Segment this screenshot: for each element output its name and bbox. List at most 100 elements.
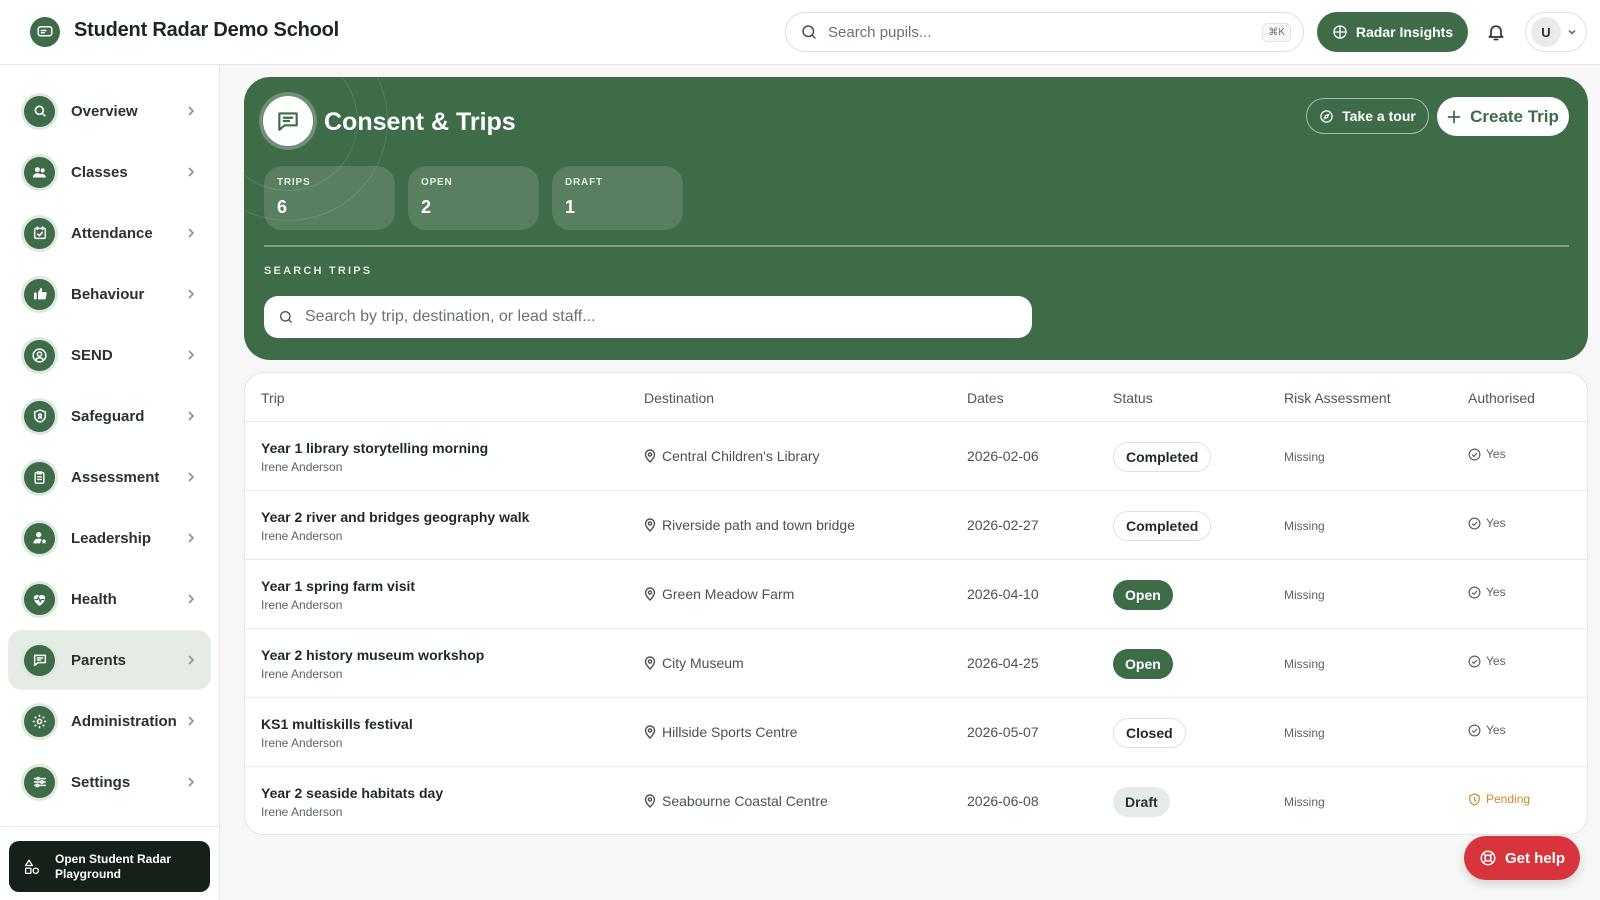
check-circle-icon [1468, 517, 1481, 529]
trip-lead-staff: Irene Anderson [261, 529, 343, 543]
authorised-status: Yes [1468, 654, 1506, 668]
risk-assessment-status: Missing [1284, 588, 1325, 602]
authorised-text: Pending [1486, 792, 1531, 806]
authorised-status: Pending [1468, 792, 1530, 806]
authorised-status: Yes [1468, 723, 1506, 737]
destination-text: City Museum [662, 655, 744, 671]
table-row[interactable]: Year 1 spring farm visit Irene Anderson Gr… [245, 560, 1587, 629]
trip-search-placeholder: Search by trip, destination, or lead sta… [305, 308, 596, 325]
column-header-status[interactable]: Status [1113, 390, 1153, 406]
chevron-right-icon [188, 655, 195, 665]
column-header-risk-assessment[interactable]: Risk Assessment [1284, 390, 1391, 406]
sidebar-item-settings[interactable]: Settings [8, 752, 211, 812]
sidebar-item-label: Overview [71, 102, 138, 120]
sidebar-item-attendance[interactable]: Attendance [8, 203, 211, 263]
trips-table: Trip Destination Dates Status Risk Asses… [244, 372, 1588, 835]
trip-name[interactable]: Year 1 spring farm visit [261, 578, 415, 594]
trip-name[interactable]: Year 1 library storytelling morning [261, 440, 488, 456]
trip-name[interactable]: Year 2 seaside habitats day [261, 785, 443, 801]
trip-name[interactable]: Year 2 river and bridges geography walk [261, 509, 529, 525]
create-trip-label: Create Trip [1470, 106, 1559, 126]
open-playground-label: Open Student Radar Playground [55, 851, 172, 881]
trip-destination: Seabourne Coastal Centre [644, 793, 828, 809]
trip-lead-staff: Irene Anderson [261, 667, 343, 681]
column-header-trip[interactable]: Trip [261, 390, 285, 406]
trip-destination: Riverside path and town bridge [644, 517, 855, 533]
radar-insights-button[interactable]: Radar Insights [1317, 12, 1468, 52]
authorised-status: Yes [1468, 585, 1506, 599]
sidebar-item-send[interactable]: SEND [8, 325, 211, 385]
trip-name[interactable]: Year 2 history museum workshop [261, 647, 484, 663]
trip-search-input[interactable]: Search by trip, destination, or lead sta… [264, 296, 1032, 338]
sidebar-divider [0, 826, 220, 827]
risk-assessment-status: Missing [1284, 450, 1325, 464]
sidebar-item-health[interactable]: Health [8, 569, 211, 629]
shapes-icon [24, 859, 40, 874]
authorised-text: Yes [1486, 654, 1506, 668]
stat-draft: DRAFT 1 [552, 166, 683, 230]
check-circle-icon [1468, 724, 1481, 736]
sidebar-item-classes[interactable]: Classes [8, 142, 211, 202]
table-row[interactable]: Year 1 library storytelling morning Irene… [245, 422, 1587, 491]
risk-assessment-status: Missing [1284, 519, 1325, 533]
sidebar-item-label: Leadership [71, 529, 152, 547]
sidebar-item-overview[interactable]: Overview [8, 81, 211, 141]
get-help-button[interactable]: Get help [1464, 836, 1580, 880]
take-tour-label: Take a tour [1342, 108, 1416, 124]
create-trip-button[interactable]: Create Trip [1437, 97, 1569, 136]
column-header-authorised[interactable]: Authorised [1468, 390, 1535, 406]
table-row[interactable]: KS1 multiskills festival Irene Anderson Hi… [245, 698, 1587, 767]
trip-name[interactable]: KS1 multiskills festival [261, 716, 413, 732]
chevron-right-icon [188, 716, 195, 726]
school-logo-icon[interactable] [30, 17, 60, 47]
search-trips-label: SEARCH TRIPS [264, 265, 373, 277]
radar-icon [1333, 25, 1347, 39]
trip-destination: Green Meadow Farm [644, 586, 794, 602]
destination-text: Central Children's Library [662, 448, 820, 464]
chevron-right-icon [188, 533, 195, 543]
user-star-icon [24, 522, 55, 554]
map-pin-icon [644, 725, 656, 739]
gear-icon [24, 705, 55, 737]
trip-date: 2026-05-07 [967, 724, 1039, 740]
sidebar-item-leadership[interactable]: Leadership [8, 508, 211, 568]
sidebar-item-parents[interactable]: Parents [8, 630, 211, 690]
trip-lead-staff: Irene Anderson [261, 736, 343, 750]
get-help-label: Get help [1504, 849, 1565, 867]
sidebar-item-label: SEND [71, 346, 113, 364]
sidebar-item-label: Safeguard [71, 407, 145, 425]
sidebar-item-administration[interactable]: Administration [8, 691, 211, 751]
radar-insights-label: Radar Insights [1355, 24, 1454, 40]
chevron-right-icon [188, 594, 195, 604]
table-row[interactable]: Year 2 seaside habitats day Irene Anderso… [245, 767, 1587, 834]
avatar: U [1531, 17, 1561, 47]
consent-trips-hero: Consent & Trips Take a tour Create Trip … [244, 77, 1588, 360]
sidebar-item-behaviour[interactable]: Behaviour [8, 264, 211, 324]
sidebar-item-assessment[interactable]: Assessment [8, 447, 211, 507]
destination-text: Seabourne Coastal Centre [662, 793, 828, 809]
take-tour-button[interactable]: Take a tour [1306, 98, 1429, 134]
check-circle-icon [1468, 655, 1481, 667]
table-row[interactable]: Year 2 history museum workshop Irene Ande… [245, 629, 1587, 698]
sidebar-item-safeguard[interactable]: Safeguard [8, 386, 211, 446]
bell-icon[interactable] [1486, 21, 1506, 43]
trip-lead-staff: Irene Anderson [261, 805, 343, 819]
table-row[interactable]: Year 2 river and bridges geography walk I… [245, 491, 1587, 560]
search-shortcut: ⌘K [1262, 23, 1291, 42]
open-playground-button[interactable]: Open Student Radar Playground [9, 841, 210, 892]
clipboard-icon [24, 461, 55, 493]
message-icon [24, 644, 55, 676]
heart-pulse-icon [24, 583, 55, 615]
sidebar-item-label: Health [71, 590, 117, 608]
column-header-dates[interactable]: Dates [967, 390, 1004, 406]
top-bar: Student Radar Demo School Search pupils.… [0, 0, 1600, 65]
status-badge: Draft [1113, 787, 1170, 817]
pupil-search-input[interactable]: Search pupils... ⌘K [785, 12, 1304, 52]
users-icon [24, 156, 55, 188]
column-header-destination[interactable]: Destination [644, 390, 714, 406]
destination-text: Green Meadow Farm [662, 586, 795, 602]
map-pin-icon [644, 449, 656, 463]
trip-destination: City Museum [644, 655, 744, 671]
user-menu[interactable]: U [1525, 12, 1587, 52]
stat-open: OPEN 2 [408, 166, 539, 230]
